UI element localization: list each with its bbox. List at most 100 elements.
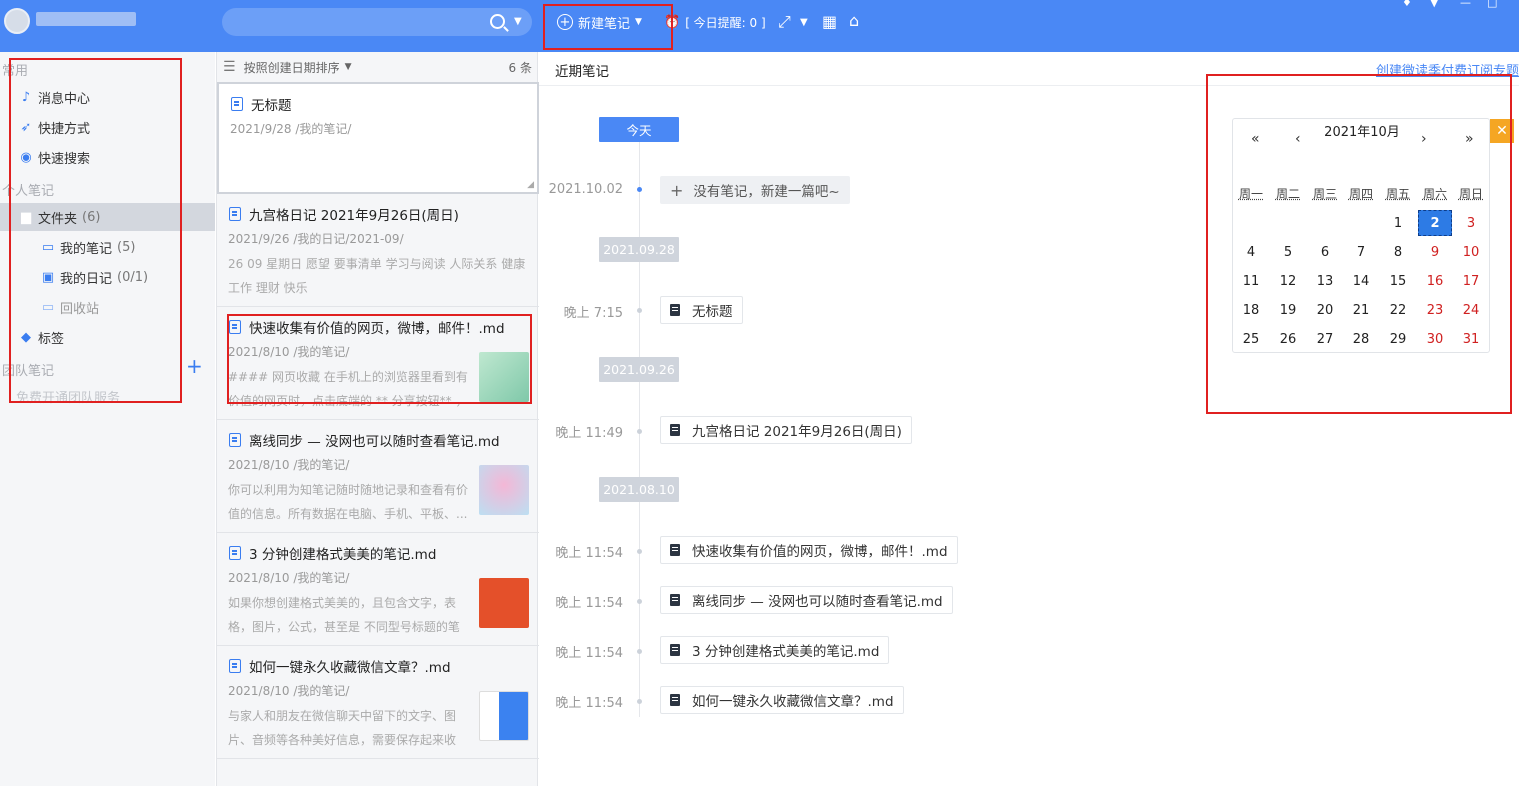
promo-link[interactable]: 创建微读季付费订阅专题 bbox=[1376, 60, 1519, 79]
team-free-link[interactable]: 免费开通团队服务 bbox=[16, 387, 120, 406]
sidebar-item-shortcuts[interactable]: ➶ 快捷方式 bbox=[0, 113, 215, 141]
search-icon: ◉ bbox=[20, 149, 32, 165]
calendar-day[interactable]: 19 bbox=[1271, 297, 1305, 323]
calendar-day[interactable]: 10 bbox=[1454, 239, 1488, 265]
prev-year-button[interactable]: « bbox=[1251, 131, 1260, 147]
expand-icon[interactable]: ⤢ bbox=[778, 14, 791, 30]
list-item[interactable]: 3 分钟创建格式美美的笔记.md 2021/8/10 /我的笔记/ 如果你想创建… bbox=[217, 533, 539, 646]
list-item[interactable]: 离线同步 — 没网也可以随时查看笔记.md 2021/8/10 /我的笔记/ 你… bbox=[217, 420, 539, 533]
note-snippet: 26 09 星期日 愿望 要事清单 学习与阅读 人际关系 健康 工作 理财 快乐 bbox=[228, 257, 526, 295]
timeline-dot bbox=[637, 649, 642, 654]
calendar-day[interactable]: 7 bbox=[1344, 239, 1378, 265]
timeline-note[interactable]: 3 分钟创建格式美美的笔记.md bbox=[660, 636, 890, 664]
calendar-day[interactable]: 4 bbox=[1234, 239, 1268, 265]
calendar-day[interactable]: 23 bbox=[1418, 297, 1452, 323]
note-meta: 2021/9/28 /我的笔记/ bbox=[230, 122, 352, 136]
note-snippet: #### 网页收藏 在手机上的浏览器里看到有价值的网页时，点击底端的 ** 分享… bbox=[228, 370, 468, 408]
calendar-day[interactable]: 28 bbox=[1344, 326, 1378, 352]
today-button[interactable]: 今天 bbox=[599, 117, 679, 142]
next-year-button[interactable]: » bbox=[1465, 131, 1474, 147]
note-title: 离线同步 — 没网也可以随时查看笔记.md bbox=[249, 434, 500, 450]
add-team-icon[interactable]: + bbox=[186, 356, 203, 376]
list-item[interactable]: 如何一键永久收藏微信文章？.md 2021/8/10 /我的笔记/ 与家人和朋友… bbox=[217, 646, 539, 759]
sidebar-item-my-notes[interactable]: ▭ 我的笔记 (5) bbox=[0, 233, 215, 261]
note-title: 3 分钟创建格式美美的笔记.md bbox=[249, 547, 437, 563]
search-input[interactable] bbox=[222, 8, 532, 36]
calendar-day[interactable]: 14 bbox=[1344, 268, 1378, 294]
calendar-day[interactable]: 30 bbox=[1418, 326, 1452, 352]
sort-icon[interactable]: ☰ bbox=[223, 59, 236, 75]
sidebar-item-message-center[interactable]: ♪ 消息中心 bbox=[0, 83, 215, 111]
bell-icon: ♪ bbox=[21, 89, 31, 105]
chevron-down-icon[interactable]: ▼ bbox=[800, 18, 808, 28]
sidebar-item-label: 快速搜索 bbox=[38, 151, 91, 167]
note-title: 如何一键永久收藏微信文章？.md bbox=[249, 660, 451, 676]
folder-icon: ▆ bbox=[21, 209, 31, 225]
timeline-date: 2021.10.02 bbox=[548, 182, 623, 197]
calendar-day[interactable]: 15 bbox=[1381, 268, 1415, 294]
sidebar-item-tags[interactable]: ◆ 标签 bbox=[0, 323, 215, 351]
chevron-down-icon[interactable]: ▼ bbox=[345, 62, 352, 72]
timeline-note-title: 九宫格日记 2021年9月26日(周日) bbox=[692, 424, 902, 440]
calendar-day[interactable]: 31 bbox=[1454, 326, 1488, 352]
plus-icon: + bbox=[670, 180, 684, 200]
timeline-note[interactable]: 九宫格日记 2021年9月26日(周日) bbox=[660, 416, 912, 444]
note-meta: 2021/9/26 /我的日记/2021-09/ bbox=[228, 232, 404, 246]
calendar-day[interactable]: 27 bbox=[1308, 326, 1342, 352]
timeline-note[interactable]: 无标题 bbox=[660, 296, 743, 324]
calendar-day[interactable]: 6 bbox=[1308, 239, 1342, 265]
menu-icon[interactable]: ▼ bbox=[1430, 0, 1438, 9]
timeline-note[interactable]: 快速收集有价值的网页，微博，邮件！.md bbox=[660, 536, 958, 564]
minimize-button[interactable]: — bbox=[1460, 0, 1471, 9]
avatar[interactable] bbox=[4, 8, 30, 34]
timeline-note[interactable]: 如何一键永久收藏微信文章？.md bbox=[660, 686, 904, 714]
note-snippet: 如果你想创建格式美美的，且包含文字，表格，图片，公式，甚至是 不同型号标题的笔记… bbox=[228, 596, 460, 634]
calendar-day[interactable]: 9 bbox=[1418, 239, 1452, 265]
list-item[interactable]: 快速收集有价值的网页，微博，邮件！.md 2021/8/10 /我的笔记/ ##… bbox=[217, 307, 539, 420]
search-icon[interactable] bbox=[490, 14, 505, 29]
chevron-down-icon[interactable]: ▼ bbox=[514, 17, 522, 27]
grid-icon[interactable]: ▦ bbox=[822, 14, 837, 30]
list-item[interactable]: 无标题 2021/9/28 /我的笔记/ ◢ bbox=[217, 82, 539, 194]
calendar-day[interactable]: 1 bbox=[1381, 210, 1415, 236]
list-item[interactable]: 九宫格日记 2021年9月26日(周日) 2021/9/26 /我的日记/202… bbox=[217, 194, 539, 307]
calendar-day[interactable]: 16 bbox=[1418, 268, 1452, 294]
note-thumbnail bbox=[479, 465, 529, 515]
calendar-day[interactable]: 5 bbox=[1271, 239, 1305, 265]
sidebar-item-folders[interactable]: ▆ 文件夹 (6) bbox=[0, 203, 215, 231]
reminder-button[interactable]: ⏰ [ 今日提醒: 0 ] bbox=[664, 14, 766, 31]
calendar-day[interactable]: 22 bbox=[1381, 297, 1415, 323]
calendar-day-selected[interactable]: 2 bbox=[1418, 210, 1452, 236]
prev-month-button[interactable]: ‹ bbox=[1295, 131, 1301, 147]
next-month-button[interactable]: › bbox=[1421, 131, 1427, 147]
sidebar-item-quick-search[interactable]: ◉ 快速搜索 bbox=[0, 143, 215, 171]
calendar-day[interactable]: 21 bbox=[1344, 297, 1378, 323]
calendar-day[interactable]: 26 bbox=[1271, 326, 1305, 352]
maximize-button[interactable]: □ bbox=[1487, 0, 1497, 9]
close-calendar-button[interactable]: ✕ bbox=[1490, 119, 1514, 143]
timeline-note[interactable]: 离线同步 — 没网也可以随时查看笔记.md bbox=[660, 586, 953, 614]
calendar-day[interactable]: 13 bbox=[1308, 268, 1342, 294]
timeline-date-tag: 2021.08.10 bbox=[599, 477, 679, 502]
calendar-day[interactable]: 25 bbox=[1234, 326, 1268, 352]
sidebar-item-recycle[interactable]: ▭ 回收站 bbox=[0, 293, 215, 321]
sidebar-item-my-diary[interactable]: ▣ 我的日记 (0/1) bbox=[0, 263, 215, 291]
calendar-day[interactable]: 24 bbox=[1454, 297, 1488, 323]
calendar-day[interactable]: 18 bbox=[1234, 297, 1268, 323]
skin-icon[interactable]: ♦ bbox=[1402, 0, 1412, 9]
calendar-day[interactable]: 29 bbox=[1381, 326, 1415, 352]
calendar-day[interactable]: 11 bbox=[1234, 268, 1268, 294]
alarm-icon: ⏰ bbox=[664, 15, 681, 30]
new-note-entry[interactable]: + 没有笔记，新建一篇吧~ bbox=[660, 176, 850, 204]
calendar-day[interactable]: 20 bbox=[1308, 297, 1342, 323]
folder-count: (6) bbox=[82, 209, 101, 225]
home-icon[interactable]: ⌂ bbox=[849, 13, 859, 29]
new-note-button[interactable]: + 新建笔记 ▼ bbox=[557, 12, 642, 32]
calendar-day[interactable]: 12 bbox=[1271, 268, 1305, 294]
calendar-weekday: 周五 bbox=[1385, 187, 1410, 201]
calendar-day[interactable]: 8 bbox=[1381, 239, 1415, 265]
chevron-down-icon[interactable]: ▼ bbox=[635, 17, 642, 27]
calendar-day[interactable]: 3 bbox=[1454, 210, 1488, 236]
calendar-day[interactable]: 17 bbox=[1454, 268, 1488, 294]
sort-label[interactable]: 按照创建日期排序 bbox=[244, 59, 340, 76]
